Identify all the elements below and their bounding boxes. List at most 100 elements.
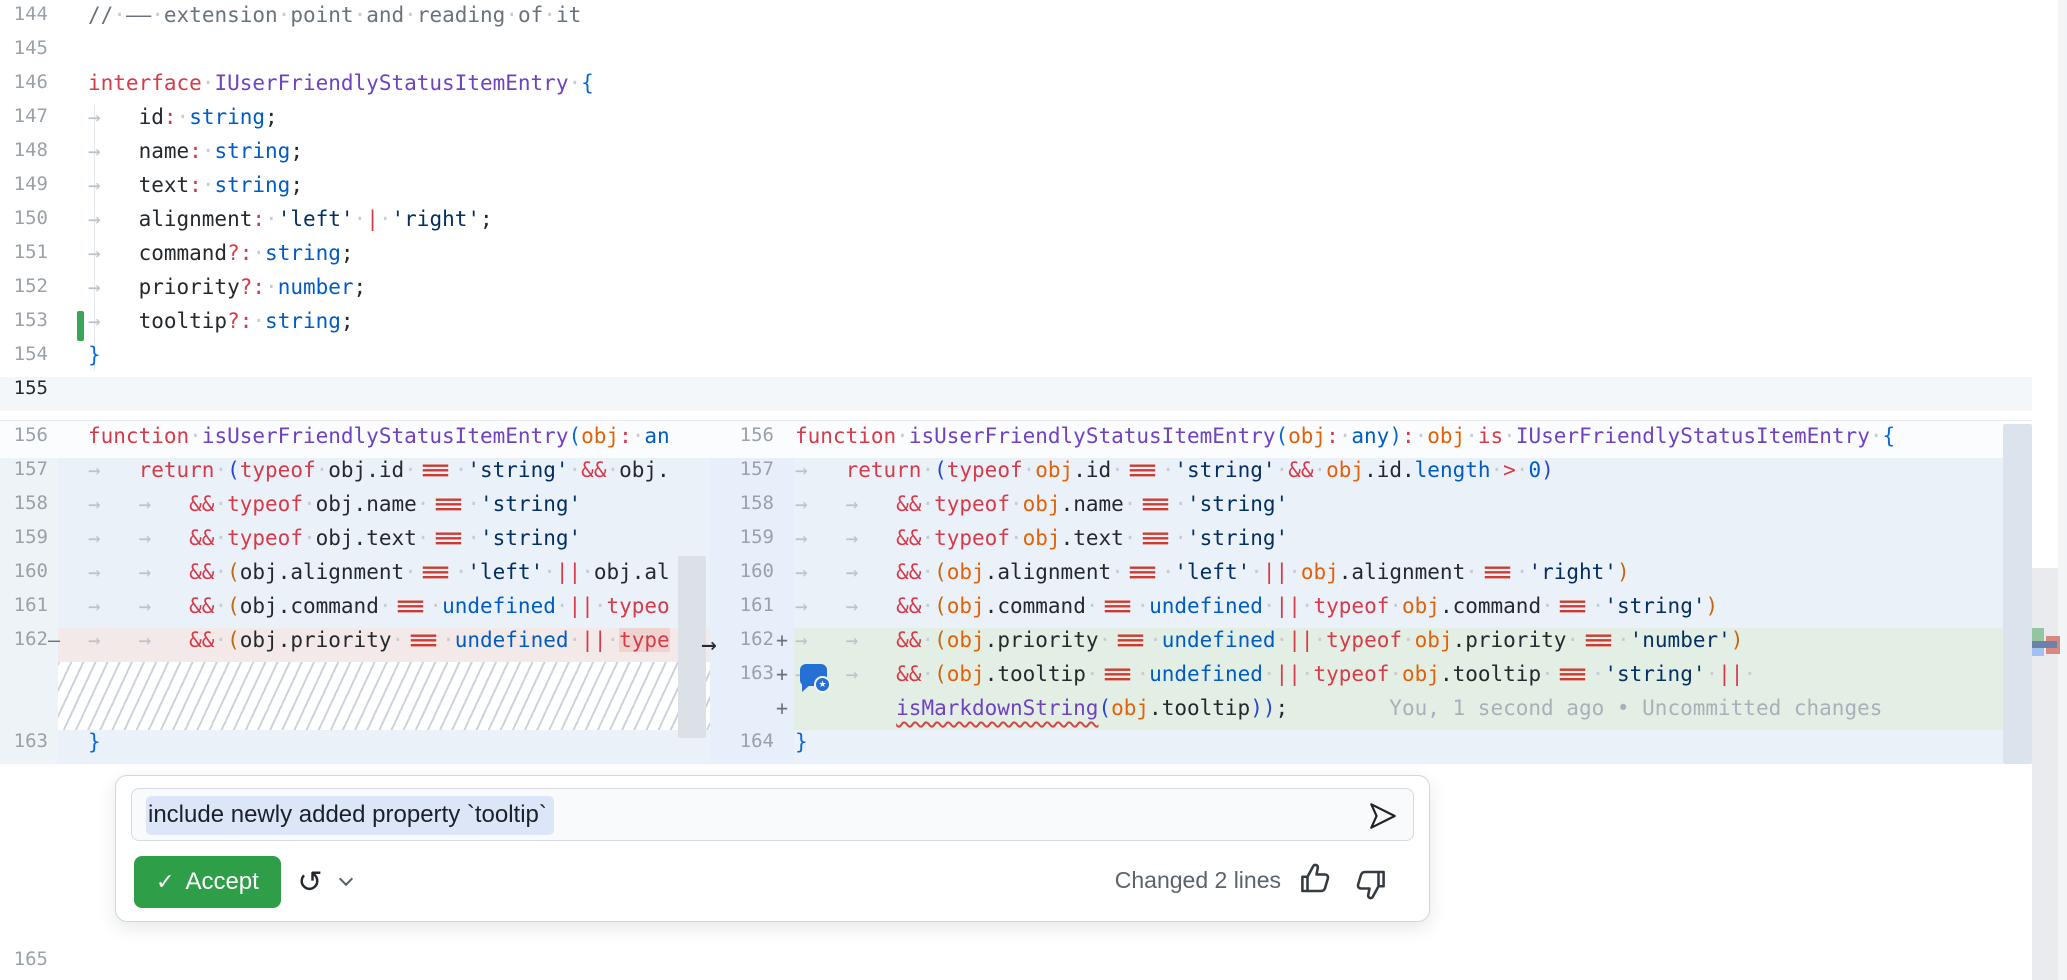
- line-number: 150: [0, 207, 48, 241]
- code-line[interactable]: 148 → name:·string;: [0, 139, 2067, 173]
- discard-undo-button[interactable]: ↺: [288, 860, 332, 904]
- line-number: 161: [0, 594, 48, 628]
- code-line[interactable]: 163+→ → &&·(obj.tooltip·≡·undefined·||·t…: [710, 662, 2003, 696]
- editor-window: 144//·——·extension·point·and·reading·of·…: [0, 0, 2067, 980]
- line-number: 155: [0, 377, 48, 411]
- code-text: → return·(typeof·obj.id·≡·'string'·&&·ob…: [795, 458, 1554, 492]
- code-text: → → &&·(obj.priority·≡·undefined·||·type: [88, 628, 670, 662]
- accept-button[interactable]: ✓ Accept: [134, 856, 281, 908]
- diff-line-marker: [48, 492, 72, 526]
- code-line[interactable]: 157 → return·(typeof·obj.id·≡·'string'·&&…: [710, 458, 2003, 492]
- line-number: 158: [710, 492, 774, 526]
- code-text: → → &&·(obj.priority·≡·undefined·||·type…: [795, 628, 1743, 662]
- code-line[interactable]: 155: [0, 377, 2067, 411]
- diff-right-scrollbar[interactable]: [2003, 424, 2032, 764]
- code-line[interactable]: 150→ alignment:·'left'·|·'right';: [0, 207, 2067, 241]
- code-line[interactable]: 161 → → &&·(obj.command·≡·undefined·||·ty…: [710, 594, 2003, 628]
- code-line[interactable]: 162+→ → &&·(obj.priority·≡·undefined·||·…: [710, 628, 2003, 662]
- code-line[interactable]: 164}: [710, 730, 2003, 764]
- code-line[interactable]: 162— → → &&·(obj.priority·≡·undefined·||·…: [0, 628, 710, 662]
- code-line[interactable]: 151 → command?:·string;: [0, 241, 2067, 275]
- code-text: }: [88, 343, 101, 377]
- code-text: function·isUserFriendlyStatusItemEntry(o…: [795, 424, 1895, 458]
- code-line[interactable]: 156function·isUserFriendlyStatusItemEntr…: [0, 424, 710, 458]
- code-line[interactable]: 144//·——·extension·point·and·reading·of·…: [0, 3, 2067, 37]
- line-number: 154: [0, 343, 48, 377]
- inline-chat-widget: include newly added property `tooltip` ✓…: [115, 775, 1430, 922]
- line-number: 158: [0, 492, 48, 526]
- code-line[interactable]: 165: [0, 948, 2067, 980]
- send-icon[interactable]: [1367, 800, 1399, 832]
- line-number: 157: [710, 458, 774, 492]
- ruler-mark-selection: [2032, 648, 2044, 656]
- selected-text: include newly added property `tooltip`: [146, 796, 554, 835]
- editor-top-section: 144//·——·extension·point·and·reading·of·…: [0, 0, 2067, 416]
- code-line[interactable]: 158 → → &&·typeof·obj.name·≡·'string': [0, 492, 710, 526]
- code-line[interactable]: + isMarkdownString(obj.tooltip)); You, 1…: [710, 696, 2003, 730]
- line-number: 165: [0, 948, 48, 980]
- changed-lines-label: Changed 2 lines: [1115, 867, 1281, 894]
- line-number: 160: [710, 560, 774, 594]
- diff-line-marker: [776, 458, 796, 492]
- ruler-mark-info: [2032, 641, 2057, 648]
- thumbs-up-icon[interactable]: [1297, 861, 1333, 897]
- code-line[interactable]: 146interface·IUserFriendlyStatusItemEntr…: [0, 71, 2067, 105]
- diff-line-marker: [776, 424, 796, 458]
- code-text: → → &&·(obj.command·≡·undefined·||·typeo: [88, 594, 670, 628]
- line-number: 161: [710, 594, 774, 628]
- diff-line-marker: [776, 526, 796, 560]
- code-line[interactable]: 153→ tooltip?:·string;: [0, 309, 2067, 343]
- code-line[interactable]: 152→ priority?:·number;: [0, 275, 2067, 309]
- line-number: 162: [0, 628, 48, 662]
- code-line[interactable]: 161 → → &&·(obj.command·≡·undefined·||·ty…: [0, 594, 710, 628]
- code-line[interactable]: 145: [0, 37, 2067, 71]
- line-number: 163: [710, 662, 774, 696]
- code-line[interactable]: 163}: [0, 730, 710, 764]
- editor-scrollbar-track[interactable]: [2058, 0, 2067, 980]
- code-line[interactable]: 157→ return·(typeof·obj.id·≡·'string'·&&…: [0, 458, 710, 492]
- chat-input-text[interactable]: include newly added property `tooltip`: [146, 798, 554, 832]
- diff-modified-pane: 156function·isUserFriendlyStatusItemEntr…: [710, 421, 2003, 766]
- line-number: 151: [0, 241, 48, 275]
- thumbs-down-icon[interactable]: [1353, 866, 1389, 902]
- line-number: 157: [0, 458, 48, 492]
- code-line[interactable]: 160→ → &&·(obj.alignment·≡·'left'·||·obj…: [0, 560, 710, 594]
- code-text: → → &&·typeof·obj.text·≡·'string': [795, 526, 1288, 560]
- code-text: → tooltip?:·string;: [88, 309, 354, 343]
- code-text: → command?:·string;: [88, 241, 354, 275]
- diff-line-marker: [48, 730, 72, 764]
- code-line[interactable]: 160→ → &&·(obj.alignment·≡·'left'·||·obj…: [710, 560, 2003, 594]
- code-text: isMarkdownString(obj.tooltip)); You, 1 s…: [795, 696, 1882, 730]
- diff-line-marker: [48, 458, 72, 492]
- diff-line-marker: [48, 560, 72, 594]
- line-number: [710, 696, 774, 730]
- code-text: → → &&·(obj.command·≡·undefined·||·typeo…: [795, 594, 1718, 628]
- line-number: 159: [710, 526, 774, 560]
- inline-diff-zone: 156function·isUserFriendlyStatusItemEntr…: [0, 420, 2032, 766]
- diff-line-marker: +: [776, 696, 796, 730]
- change-arrow-icon[interactable]: →: [701, 628, 741, 662]
- code-line[interactable]: 154}: [0, 343, 2067, 377]
- diff-line-marker: [48, 526, 72, 560]
- code-line[interactable]: 158→ → &&·typeof·obj.name·≡·'string': [710, 492, 2003, 526]
- code-line[interactable]: 156function·isUserFriendlyStatusItemEntr…: [710, 424, 2003, 458]
- chat-input[interactable]: include newly added property `tooltip`: [131, 788, 1414, 841]
- line-number: 149: [0, 173, 48, 207]
- chevron-down-icon[interactable]: [340, 874, 351, 885]
- line-number: 148: [0, 139, 48, 173]
- code-line[interactable]: 147→ id:·string;: [0, 105, 2067, 139]
- line-number: 152: [0, 275, 48, 309]
- code-line[interactable]: 149 → text:·string;: [0, 173, 2067, 207]
- code-text: interface·IUserFriendlyStatusItemEntry·{: [88, 71, 594, 105]
- diff-line-marker: [48, 594, 72, 628]
- line-number: 163: [0, 730, 48, 764]
- code-text: → name:·string;: [88, 139, 303, 173]
- diff-line-marker: —: [48, 628, 72, 662]
- code-line[interactable]: 159 → → &&·typeof·obj.text·≡·'string': [710, 526, 2003, 560]
- code-text: → text:·string;: [88, 173, 303, 207]
- inline-chat-bubble-icon[interactable]: ★: [800, 662, 836, 696]
- code-line[interactable]: 159→ → &&·typeof·obj.text·≡·'string': [0, 526, 710, 560]
- code-text: → → &&·typeof·obj.name·≡·'string': [88, 492, 581, 526]
- code-text: → → &&·(obj.tooltip·≡·undefined·||·typeo…: [795, 662, 1756, 696]
- code-text: }: [88, 730, 101, 764]
